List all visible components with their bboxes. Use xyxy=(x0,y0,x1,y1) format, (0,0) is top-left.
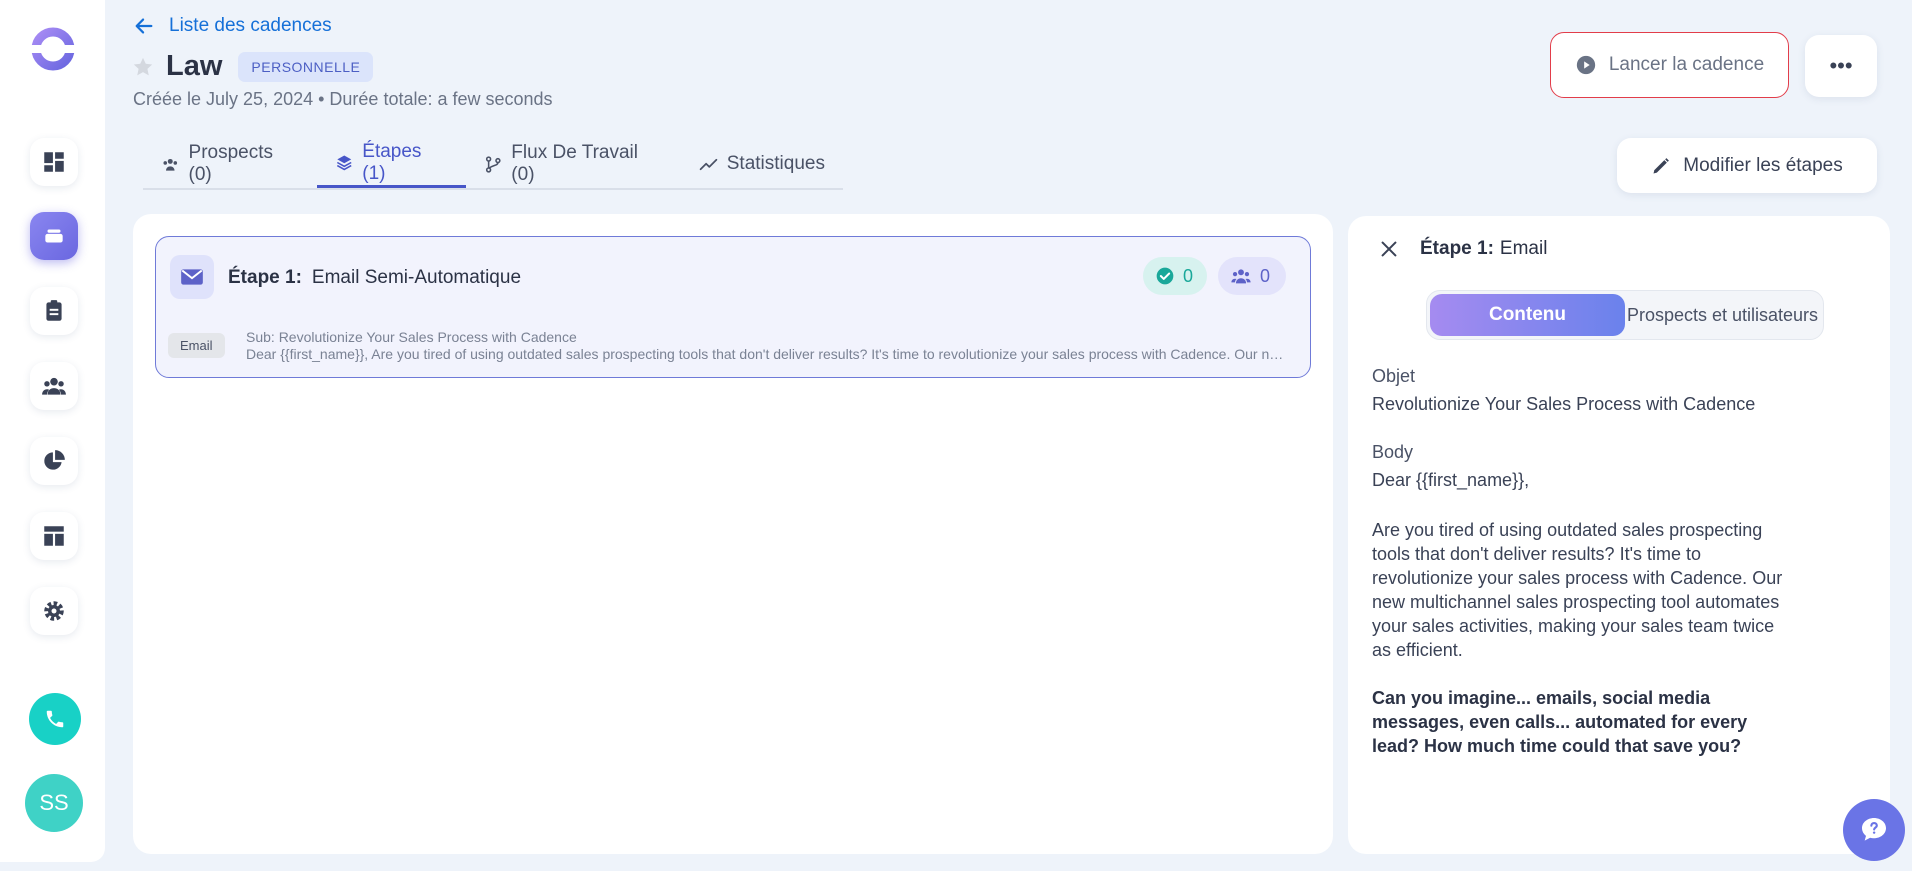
step-number: Étape 1: xyxy=(228,267,302,288)
help-button[interactable] xyxy=(1843,799,1905,861)
body-greeting: Dear {{first_name}}, xyxy=(1372,470,1530,490)
nav-people[interactable] xyxy=(30,362,78,410)
detail-segment-control: Contenu Prospects et utilisateurs xyxy=(1426,290,1824,340)
step-channel-chip: Email xyxy=(168,333,225,358)
more-dots-icon: ••• xyxy=(1829,53,1853,78)
cadence-tabs: Prospects (0) Étapes (1) Flux De Travail… xyxy=(143,140,843,190)
detail-title-step: Étape 1: xyxy=(1420,238,1494,259)
app-logo[interactable] xyxy=(30,26,76,72)
phone-icon xyxy=(46,710,64,728)
segment-prospects-users[interactable]: Prospects et utilisateurs xyxy=(1625,294,1820,336)
edit-steps-button[interactable]: Modifier les étapes xyxy=(1617,138,1877,193)
email-body: Are you tired of using outdated sales pr… xyxy=(1372,518,1792,782)
layers-icon xyxy=(336,155,352,171)
page-title: Law xyxy=(166,50,223,82)
help-chat-icon xyxy=(1862,818,1886,841)
tab-prospects[interactable]: Prospects (0) xyxy=(143,140,317,188)
steps-panel: Étape 1: Email Semi-Automatique 0 0 Email… xyxy=(133,214,1333,854)
tab-statistics[interactable]: Statistiques xyxy=(681,140,843,188)
user-avatar[interactable]: SS xyxy=(25,774,83,832)
pie-chart-icon xyxy=(44,450,65,470)
type-badge: PERSONNELLE xyxy=(238,51,374,82)
people-count-badge: 0 xyxy=(1218,257,1286,295)
nav-reports[interactable] xyxy=(30,437,78,485)
nav-templates[interactable] xyxy=(30,512,78,560)
people-count: 0 xyxy=(1260,265,1271,286)
workflow-icon xyxy=(485,155,501,173)
envelope-icon xyxy=(181,269,203,285)
arrow-left-icon xyxy=(135,18,153,34)
subject-label: Objet xyxy=(1372,366,1416,386)
tab-label: Prospects (0) xyxy=(188,142,274,185)
nav-dashboard[interactable] xyxy=(30,138,78,186)
segment-content[interactable]: Contenu xyxy=(1430,294,1625,336)
body-paragraph-bold: Can you imagine... emails, social media … xyxy=(1372,688,1748,756)
step-name: Email Semi-Automatique xyxy=(311,267,522,288)
play-circle-icon xyxy=(1576,55,1596,75)
step-subject-preview: Sub: Revolutionize Your Sales Process wi… xyxy=(246,329,577,345)
star-icon[interactable] xyxy=(132,56,154,78)
chart-line-icon xyxy=(699,158,718,170)
pencil-icon xyxy=(1653,157,1670,173)
users-icon xyxy=(163,158,178,171)
step-heading: Étape 1: Email Semi-Automatique xyxy=(228,267,521,289)
step-type-badge xyxy=(170,255,214,299)
step-card[interactable]: Étape 1: Email Semi-Automatique 0 0 Email… xyxy=(155,236,1311,378)
body-paragraph: Are you tired of using outdated sales pr… xyxy=(1372,520,1783,660)
clipboard-icon xyxy=(46,300,62,321)
launch-cadence-button[interactable]: Lancer la cadence xyxy=(1550,32,1789,98)
title-row: Law PERSONNELLE xyxy=(132,50,374,83)
users-icon xyxy=(1231,269,1251,284)
check-circle-icon xyxy=(1156,267,1174,285)
edit-steps-label: Modifier les étapes xyxy=(1683,154,1843,176)
nav-tasks[interactable] xyxy=(30,287,78,335)
back-to-cadences-link[interactable]: Liste des cadences xyxy=(133,15,332,37)
more-options-button[interactable]: ••• xyxy=(1805,35,1877,97)
nav-cadences[interactable] xyxy=(30,212,78,260)
tab-steps[interactable]: Étapes (1) xyxy=(316,140,466,188)
tab-label: Étapes (1) xyxy=(362,140,422,184)
completed-count-badge: 0 xyxy=(1143,257,1207,295)
dashboard-icon xyxy=(44,152,64,172)
sidebar: SS xyxy=(0,0,105,862)
detail-title-type: Email xyxy=(1499,238,1548,259)
gear-icon xyxy=(44,601,64,621)
body-label: Body xyxy=(1372,442,1414,462)
step-body-preview: Dear {{first_name}}, Are you tired of us… xyxy=(246,346,1286,362)
phone-button[interactable] xyxy=(29,693,81,745)
tab-label: Flux De Travail (0) xyxy=(511,142,638,185)
tab-label: Statistiques xyxy=(726,153,825,174)
stack-icon xyxy=(45,229,63,243)
layout-icon xyxy=(44,526,64,546)
nav-settings[interactable] xyxy=(30,587,78,635)
close-icon[interactable] xyxy=(1378,238,1400,260)
detail-title: Étape 1: Email xyxy=(1420,238,1547,260)
tab-workflow[interactable]: Flux De Travail (0) xyxy=(466,140,681,188)
completed-count: 0 xyxy=(1183,265,1194,286)
subject-value: Revolutionize Your Sales Process with Ca… xyxy=(1372,394,1756,414)
back-link-label: Liste des cadences xyxy=(169,15,332,36)
cadence-meta: Créée le July 25, 2024 • Durée totale: a… xyxy=(133,89,553,109)
launch-cadence-label: Lancer la cadence xyxy=(1608,54,1765,75)
step-detail-panel: Étape 1: Email Contenu Prospects et utili… xyxy=(1348,216,1890,854)
people-icon xyxy=(42,377,66,395)
